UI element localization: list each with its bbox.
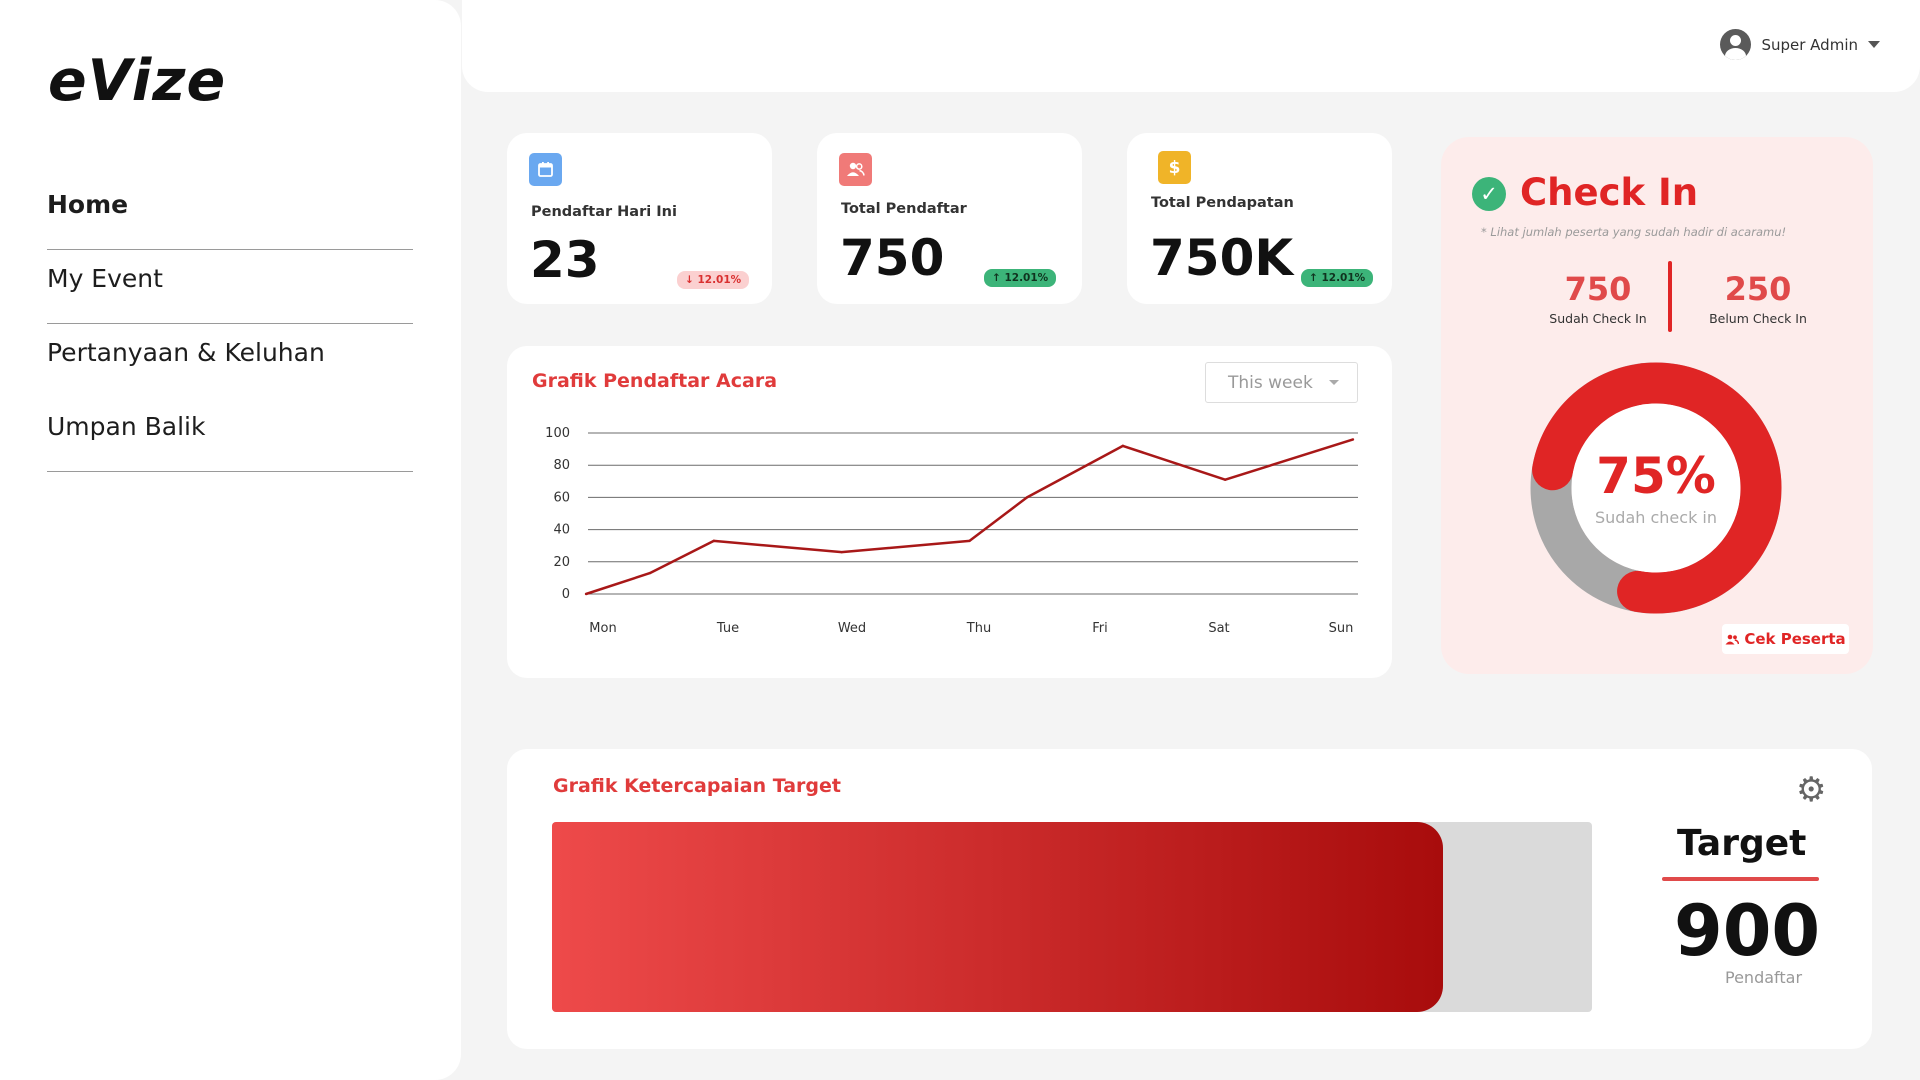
series-line <box>585 438 1354 596</box>
cek-peserta-button[interactable]: Cek Peserta <box>1722 624 1849 654</box>
cek-peserta-label: Cek Peserta <box>1744 630 1846 648</box>
data-point <box>968 539 971 543</box>
stat-label: Pendaftar Hari Ini <box>531 204 677 220</box>
stat-label: Total Pendapatan <box>1151 195 1294 211</box>
y-tick-label: 60 <box>553 490 570 505</box>
sidebar-item-my-event[interactable]: My Event <box>47 250 413 324</box>
x-tick-label: Thu <box>966 621 991 636</box>
data-point <box>1351 438 1355 441</box>
checkin-percent: 75% <box>1596 447 1716 505</box>
target-chart-title: Grafik Ketercapaian Target <box>553 775 841 797</box>
sidebar-item-home[interactable]: Home <box>47 176 413 250</box>
data-point <box>1025 496 1029 499</box>
target-label: Target <box>1677 823 1807 864</box>
y-tick-label: 20 <box>553 555 570 570</box>
checked-in-label: Sudah Check In <box>1549 311 1647 326</box>
checkin-percent-label: Sudah check in <box>1595 508 1717 527</box>
target-underline <box>1662 877 1819 881</box>
target-value: 900 <box>1674 890 1821 972</box>
sidebar: eVize Home My Event Pertanyaan & Keluhan… <box>0 0 461 1080</box>
users-icon <box>839 153 872 186</box>
not-checked-in-label: Belum Check In <box>1709 311 1807 326</box>
change-badge-up: ↑ 12.01% <box>984 269 1057 287</box>
x-tick-label: Sun <box>1329 621 1354 636</box>
not-checked-in-count: 250 <box>1724 270 1792 308</box>
target-progress-fill <box>552 822 1444 1012</box>
chevron-down-icon <box>1868 41 1880 48</box>
y-tick-label: 0 <box>562 587 570 602</box>
target-unit: Pendaftar <box>1725 968 1803 987</box>
stat-value: 750 <box>840 229 945 287</box>
stat-value: 750K <box>1150 229 1294 287</box>
divider <box>1668 261 1672 332</box>
data-point <box>1223 478 1227 481</box>
x-tick-label: Sat <box>1208 621 1229 636</box>
data-point <box>840 550 843 554</box>
data-point <box>1121 444 1125 448</box>
sidebar-item-pertanyaan-keluhan[interactable]: Pertanyaan & Keluhan <box>47 324 413 398</box>
user-name: Super Admin <box>1761 35 1858 54</box>
change-badge-down: ↓ 12.01% <box>677 271 750 289</box>
x-tick-label: Mon <box>589 621 616 636</box>
calendar-icon <box>529 153 562 186</box>
checked-in-count: 750 <box>1564 270 1632 308</box>
registration-line-chart: 0 20 40 60 80 100 Mon Tue Wed Thu Fri Sat Sun <box>545 426 1358 636</box>
top-bar: Super Admin <box>462 0 1920 92</box>
brand-logo: eVize <box>48 48 227 114</box>
data-point <box>712 539 716 543</box>
checkin-title: Check In <box>1520 171 1699 214</box>
gear-icon[interactable]: ⚙ <box>1796 773 1826 807</box>
users-icon <box>1725 634 1740 644</box>
checkin-panel: ✓ Check In * Lihat jumlah peserta yang s… <box>1441 137 1873 674</box>
change-badge-up: ↑ 12.01% <box>1301 269 1374 287</box>
data-point <box>584 592 588 596</box>
y-tick-label: 40 <box>553 523 570 538</box>
user-avatar-icon <box>1720 29 1752 60</box>
data-point <box>648 571 652 575</box>
x-tick-label: Fri <box>1092 621 1108 636</box>
stat-card-total-pendaftar: Total Pendaftar 750 ↑ 12.01% <box>817 133 1082 304</box>
x-tick-label: Wed <box>838 621 866 636</box>
user-menu[interactable]: Super Admin <box>1720 29 1880 60</box>
checkin-subtitle: * Lihat jumlah peserta yang sudah hadir … <box>1481 225 1787 239</box>
dollar-icon: $ <box>1158 151 1191 184</box>
x-tick-label: Tue <box>716 621 739 636</box>
stat-card-pendaftar-hari-ini: Pendaftar Hari Ini 23 ↓ 12.01% <box>507 133 772 304</box>
y-tick-label: 100 <box>545 426 570 441</box>
stat-card-total-pendapatan: $ Total Pendapatan 750K ↑ 12.01% <box>1127 133 1392 304</box>
stat-value: 23 <box>530 231 600 289</box>
target-progress-track <box>552 822 1592 1012</box>
check-circle-icon: ✓ <box>1472 177 1506 211</box>
sidebar-item-umpan-balik[interactable]: Umpan Balik <box>47 398 413 472</box>
stat-label: Total Pendaftar <box>841 201 967 217</box>
y-tick-label: 80 <box>553 458 570 473</box>
